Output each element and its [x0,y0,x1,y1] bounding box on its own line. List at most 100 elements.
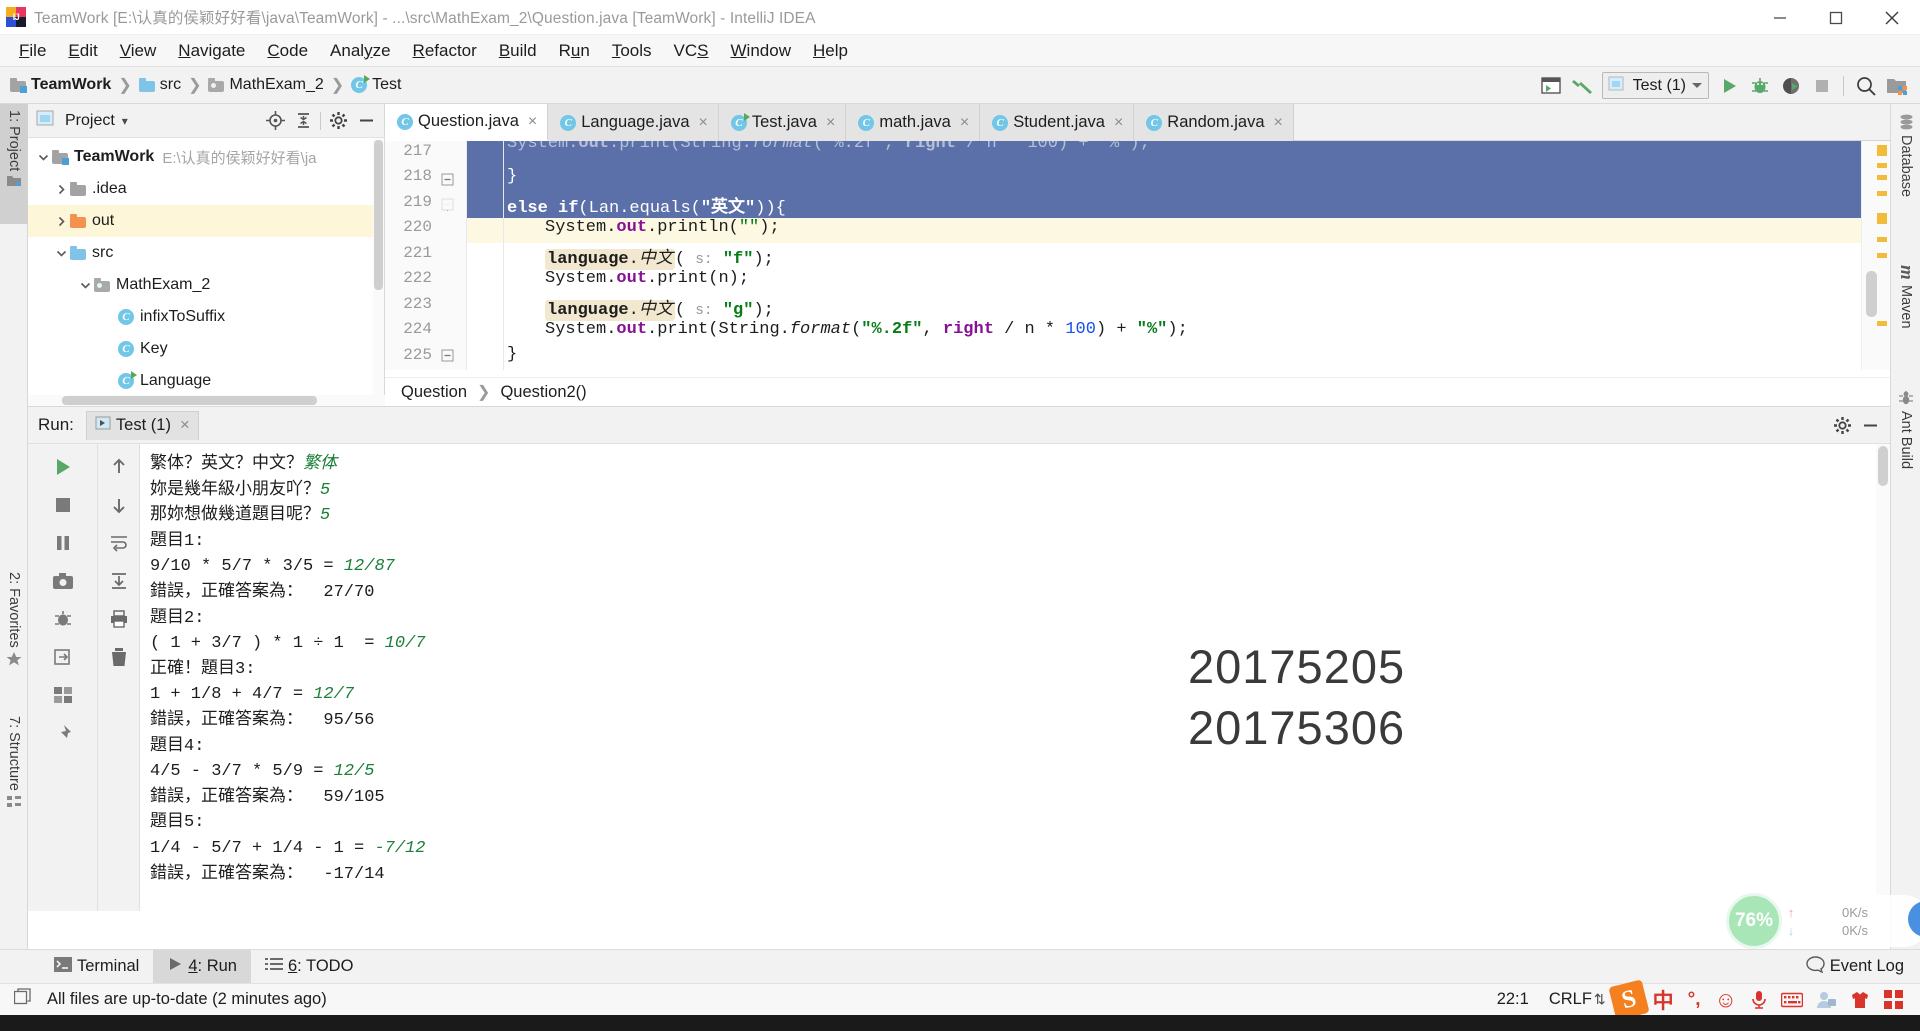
cpu-usage-ball[interactable]: 76% [1726,893,1782,949]
soft-wrap-icon[interactable] [102,526,136,560]
ime-user-icon[interactable] [1817,991,1836,1008]
close-icon[interactable]: × [826,114,835,131]
line-separator[interactable]: CRLF [1549,990,1592,1009]
tab-test-java[interactable]: C Test.java × [718,104,847,141]
sidebar-item-project[interactable]: 1: Project [0,104,28,224]
breadcrumb-item-teamwork[interactable]: TeamWork [10,76,111,94]
event-log-button[interactable]: Event Log [1805,955,1920,978]
network-speed-widget[interactable]: 76% ↑ 0K/s ↓ 0K/s + [1726,893,1920,949]
scroll-up-icon[interactable] [102,450,136,484]
code-fold-icon[interactable] [441,349,454,362]
stop-icon[interactable] [46,488,80,522]
tab-random-java[interactable]: C Random.java × [1134,104,1294,141]
menu-file[interactable]: File [8,38,57,64]
pause-icon[interactable] [46,526,80,560]
menu-analyze[interactable]: Analyze [319,38,402,64]
chevron-down-icon[interactable] [34,152,52,163]
tab-student-java[interactable]: C Student.java × [980,104,1135,141]
close-icon[interactable]: × [1114,114,1123,131]
pin-icon[interactable] [46,716,80,750]
menu-run[interactable]: Run [548,38,601,64]
ime-punctuation-icon[interactable]: °, [1688,989,1701,1011]
editor-gutter[interactable]: 217 218 219 220 221 222 223 224 225 [385,141,467,370]
ime-voice-icon[interactable] [1751,990,1767,1009]
code-fold-icon[interactable] [441,198,454,211]
warning-marker[interactable] [1877,175,1887,180]
code-fold-icon[interactable] [441,173,454,186]
project-tree-vertical-scrollbar[interactable] [373,138,384,406]
ime-toolbox-icon[interactable] [1884,990,1903,1009]
gear-icon[interactable] [1828,411,1856,439]
scroll-down-icon[interactable] [102,488,136,522]
sidebar-item-database[interactable]: Database [1891,108,1920,233]
menu-build[interactable]: Build [488,38,548,64]
tree-node-idea[interactable]: .idea [28,173,384,205]
close-button[interactable] [1864,0,1920,35]
sidebar-item-ant-build[interactable]: Ant Build [1891,384,1920,509]
caret-position[interactable]: 22:1 [1497,990,1529,1009]
warning-marker[interactable] [1877,191,1887,196]
run-configuration-select[interactable]: Test (1) [1601,72,1709,99]
tab-run[interactable]: 4: Run [153,949,251,984]
tree-node-key[interactable]: C Key [28,333,384,365]
close-icon[interactable]: × [180,416,190,435]
trash-icon[interactable] [102,640,136,674]
menu-edit[interactable]: Edit [57,38,108,64]
menu-tools[interactable]: Tools [601,38,663,64]
tree-node-language[interactable]: C Language [28,365,384,397]
editor-vertical-scrollbar[interactable] [1866,271,1877,317]
chevron-down-icon[interactable] [52,248,70,259]
breadcrumb-item-src[interactable]: src [138,76,181,94]
menu-view[interactable]: View [109,38,168,64]
sogou-logo-icon[interactable]: S [1608,978,1650,1021]
tree-node-teamwork[interactable]: TeamWork E:\认真的侯颖好好看\ja [28,141,384,173]
scroll-to-end-icon[interactable] [102,564,136,598]
hide-icon[interactable] [352,107,380,135]
breadcrumb-method[interactable]: Question2() [500,383,586,402]
editor-marker-bar[interactable] [1861,141,1890,370]
menu-navigate[interactable]: Navigate [167,38,256,64]
tab-question-java[interactable]: C Question.java × [385,104,549,141]
close-icon[interactable]: × [960,114,969,131]
warning-marker[interactable] [1877,213,1887,224]
warning-marker[interactable] [1877,237,1887,242]
breadcrumb-item-test[interactable]: C Test [351,75,401,94]
menu-help[interactable]: Help [802,38,859,64]
tab-terminal[interactable]: Terminal [40,950,153,984]
locate-target-icon[interactable] [261,107,289,135]
add-widget-button[interactable]: + [1908,901,1920,937]
hide-icon[interactable] [1856,411,1884,439]
gear-icon[interactable] [324,107,352,135]
chevron-right-icon[interactable] [52,216,70,227]
console-vertical-scrollbar[interactable] [1876,444,1890,911]
menu-code[interactable]: Code [256,38,319,64]
debug-icon[interactable] [1744,70,1775,101]
minimize-button[interactable] [1752,0,1808,35]
grid-icon[interactable] [46,678,80,712]
camera-icon[interactable] [46,564,80,598]
stop-icon[interactable] [1806,70,1837,101]
code-text[interactable]: System.out.print(String.format("%.2f", r… [467,141,1890,370]
terminal-icon[interactable] [1536,70,1567,101]
build-status-icon[interactable] [13,988,32,1011]
menu-window[interactable]: Window [720,38,802,64]
print-icon[interactable] [102,602,136,636]
warning-marker[interactable] [1877,145,1887,156]
search-everywhere-icon[interactable] [1850,70,1881,101]
ime-keyboard-icon[interactable] [1781,992,1803,1008]
tab-language-java[interactable]: C Language.java × [548,104,719,141]
tab-math-java[interactable]: C math.java × [846,104,981,141]
tree-node-mathexam2[interactable]: MathExam_2 [28,269,384,301]
project-tree-horizontal-scrollbar[interactable] [28,395,385,406]
code-editor[interactable]: 217 218 219 220 221 222 223 224 225 Syst… [385,141,1890,370]
menu-vcs[interactable]: VCS [663,38,720,64]
build-hammer-icon[interactable] [1567,70,1598,101]
sidebar-item-favorites[interactable]: 2: Favorites [0,566,28,698]
sidebar-item-maven[interactable]: m Maven [1891,259,1920,364]
sidebar-item-structure[interactable]: 7: Structure [0,710,28,845]
tree-node-infixtosuffix[interactable]: C infixToSuffix [28,301,384,333]
close-icon[interactable]: × [699,114,708,131]
menu-refactor[interactable]: Refactor [402,38,488,64]
move-icon[interactable] [46,640,80,674]
ime-emoji-icon[interactable]: ☺ [1715,987,1737,1013]
